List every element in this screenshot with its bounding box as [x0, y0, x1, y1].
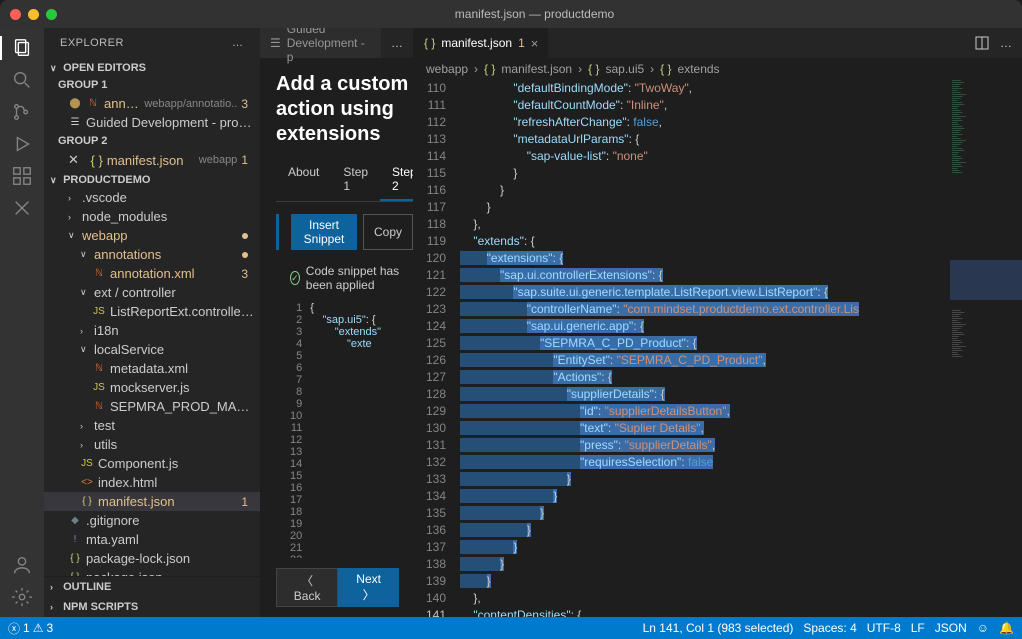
- folder-i18n[interactable]: ›i18n: [44, 321, 260, 340]
- folder-ext-controller[interactable]: ∨ext / controller: [44, 283, 260, 302]
- account-icon[interactable]: [10, 553, 34, 577]
- file-component[interactable]: JSComponent.js: [44, 454, 260, 473]
- open-editors-section[interactable]: ∨ OPEN EDITORS: [44, 60, 260, 76]
- code-panel: { } manifest.json 1 × … webapp › { }mani…: [414, 28, 1022, 617]
- file-pkg[interactable]: { }package.json: [44, 568, 260, 576]
- folder-utils[interactable]: ›utils: [44, 435, 260, 454]
- outline-section[interactable]: › OUTLINE: [44, 577, 260, 597]
- status-eol[interactable]: LF: [911, 621, 925, 635]
- close-tab-icon[interactable]: ×: [531, 36, 539, 51]
- folder-node-modules[interactable]: ›node_modules: [44, 207, 260, 226]
- split-icon[interactable]: [974, 35, 990, 51]
- titlebar: manifest.json — productdemo: [0, 0, 1022, 28]
- snippet-applied-msg: ✓ Code snippet has been applied: [276, 258, 413, 302]
- activity-bar: [0, 28, 44, 617]
- status-encoding[interactable]: UTF-8: [867, 621, 901, 635]
- warning-icon: ⚠: [33, 621, 44, 635]
- status-spaces[interactable]: Spaces: 4: [803, 621, 856, 635]
- file-metadata[interactable]: ℕmetadata.xml: [44, 359, 260, 378]
- file-gitignore[interactable]: ◆.gitignore: [44, 511, 260, 530]
- open-editor-manifest[interactable]: ✕ { } manifest.json webapp 1: [44, 150, 260, 170]
- code-tabbar: { } manifest.json 1 × …: [414, 28, 1022, 58]
- status-problems[interactable]: ⓧ1 ⚠3: [8, 620, 53, 637]
- folder-localservice[interactable]: ∨localService: [44, 340, 260, 359]
- minimap[interactable]: ▬▬▬▬▬▬▬▬▬▬▬▬▬▬▬▬▬▬▬▬▬▬▬▬▬▬▬▬▬▬▬▬▬▬▬▬▬▬▬▬…: [950, 80, 1022, 617]
- min-dot[interactable]: [28, 9, 39, 20]
- error-icon: ⓧ: [8, 620, 20, 637]
- window-title: manifest.json — productdemo: [57, 7, 1012, 21]
- folder-test[interactable]: ›test: [44, 416, 260, 435]
- breadcrumb[interactable]: webapp › { }manifest.json › { }sap.ui5 ›…: [414, 58, 1022, 80]
- snippet-preview: 12345678910111213141516171819202122 { "s…: [290, 302, 413, 558]
- guided-step-tabs: About Step 1 Step 2: [276, 159, 413, 202]
- bell-icon[interactable]: 🔔: [999, 621, 1014, 635]
- explorer-title: EXPLORER: [60, 37, 124, 49]
- open-editor-guided[interactable]: ☰Guided Development - productdemo: [44, 113, 260, 132]
- explorer-header: EXPLORER …: [44, 28, 260, 58]
- folder-webapp[interactable]: ∨webapp: [44, 226, 260, 245]
- guided-tabbar: ☰Guided Development - p …: [260, 28, 413, 58]
- copy-button[interactable]: Copy: [363, 214, 413, 250]
- insert-snippet-button[interactable]: Insert Snippet: [291, 214, 357, 250]
- status-lncol[interactable]: Ln 141, Col 1 (983 selected): [643, 621, 794, 635]
- more-icon[interactable]: …: [1000, 36, 1012, 50]
- tab-step2[interactable]: Step 2: [380, 159, 413, 201]
- feedback-icon[interactable]: ☺: [977, 621, 989, 635]
- more-icon[interactable]: …: [391, 36, 403, 50]
- modified-dot-icon: [242, 233, 248, 239]
- modified-dot-icon: [242, 252, 248, 258]
- file-manifest-json[interactable]: { }manifest.json1: [44, 492, 260, 511]
- explorer-sidebar: EXPLORER … ∨ OPEN EDITORS GROUP 1 ⬤ℕ ann…: [44, 28, 260, 617]
- window-controls: [10, 9, 57, 20]
- folder-vscode[interactable]: ›.vscode: [44, 188, 260, 207]
- npm-scripts-section[interactable]: › NPM SCRIPTS: [44, 597, 260, 617]
- scm-icon[interactable]: [10, 100, 34, 124]
- explorer-icon[interactable]: [10, 36, 34, 60]
- project-section[interactable]: ∨ PRODUCTDEMO: [44, 172, 260, 188]
- tab-step1[interactable]: Step 1: [331, 159, 380, 201]
- tab-manifest[interactable]: { } manifest.json 1 ×: [414, 28, 548, 58]
- status-lang[interactable]: JSON: [935, 621, 967, 635]
- file-anno-mdl[interactable]: ℕSEPMRA_PROD_MAN_ANNO_MDL.xml: [44, 397, 260, 416]
- back-button[interactable]: 〈 Back: [276, 568, 338, 607]
- more-icon[interactable]: …: [232, 37, 244, 49]
- close-dot[interactable]: [10, 9, 21, 20]
- file-annotation-xml[interactable]: ℕannotation.xml3: [44, 264, 260, 283]
- code-content[interactable]: "defaultBindingMode": "TwoWay", "default…: [460, 80, 950, 617]
- file-mockserver[interactable]: JSmockserver.js: [44, 378, 260, 397]
- group-2-label: GROUP 2: [44, 132, 260, 150]
- tools-icon[interactable]: [10, 196, 34, 220]
- check-icon: ✓: [290, 271, 300, 285]
- run-icon[interactable]: [10, 132, 34, 156]
- file-pkglock[interactable]: { }package-lock.json: [44, 549, 260, 568]
- status-bar: ⓧ1 ⚠3 Ln 141, Col 1 (983 selected) Space…: [0, 617, 1022, 639]
- folder-annotations[interactable]: ∨annotations: [44, 245, 260, 264]
- search-icon[interactable]: [10, 68, 34, 92]
- tab-about[interactable]: About: [276, 159, 331, 201]
- file-tree: ›.vscode ›node_modules ∨webapp ∨annotati…: [44, 188, 260, 576]
- next-button[interactable]: Next 〉: [338, 568, 399, 607]
- max-dot[interactable]: [46, 9, 57, 20]
- guided-heading: Add a custom action using extensions: [276, 72, 413, 147]
- guided-panel: ☰Guided Development - p … Add a custom a…: [260, 28, 414, 617]
- extensions-icon[interactable]: [10, 164, 34, 188]
- tab-guided-dev[interactable]: ☰Guided Development - p: [260, 28, 381, 58]
- line-gutter: 1101111121131141151161171181191201211221…: [414, 80, 460, 617]
- settings-icon[interactable]: [10, 585, 34, 609]
- file-mta[interactable]: !mta.yaml: [44, 530, 260, 549]
- open-editor-annotation[interactable]: ⬤ℕ annotation.xml webapp/annotatio.. 3: [44, 94, 260, 113]
- group-1-label: GROUP 1: [44, 76, 260, 94]
- file-index-html[interactable]: <>index.html: [44, 473, 260, 492]
- file-lrext[interactable]: JSListReportExt.controller.js: [44, 302, 260, 321]
